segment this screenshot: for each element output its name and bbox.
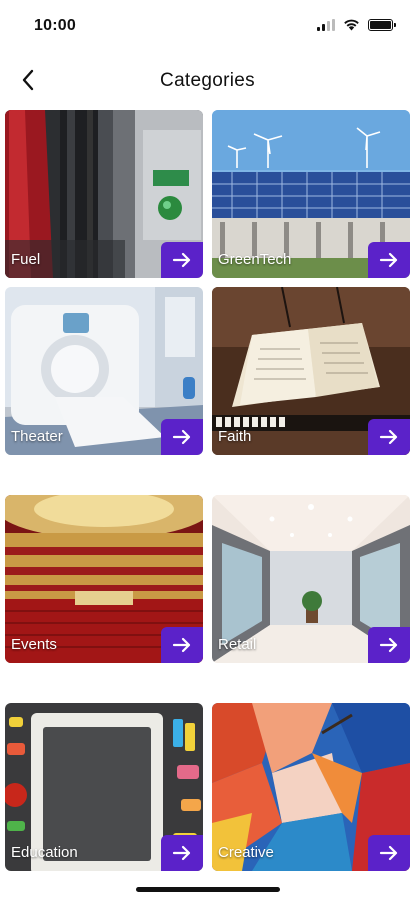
arrow-right-icon	[172, 252, 191, 268]
category-label: Creative	[218, 844, 274, 861]
category-card-fuel[interactable]: Fuel	[5, 110, 203, 278]
status-time: 10:00	[34, 17, 76, 34]
arrow-right-icon	[172, 845, 191, 861]
battery-icon	[368, 18, 396, 31]
category-label: Theater	[11, 428, 63, 445]
category-card-retail[interactable]: Retail	[212, 495, 410, 663]
category-card-theater[interactable]: Theater	[5, 287, 203, 455]
category-card-faith[interactable]: Faith	[212, 287, 410, 455]
arrow-right-icon	[379, 429, 398, 445]
category-card-events[interactable]: Events	[5, 495, 203, 663]
page-title: Categories	[160, 70, 255, 91]
open-category-button[interactable]	[161, 242, 203, 278]
status-bar: 10:00	[0, 0, 415, 52]
arrow-right-icon	[379, 252, 398, 268]
arrow-right-icon	[379, 845, 398, 861]
home-indicator	[136, 887, 280, 892]
category-label: Retail	[218, 636, 257, 653]
open-category-button[interactable]	[368, 835, 410, 871]
category-card-education[interactable]: Education	[5, 703, 203, 871]
category-label: Fuel	[11, 251, 41, 268]
arrow-right-icon	[379, 637, 398, 653]
arrow-right-icon	[172, 637, 191, 653]
arrow-right-icon	[172, 429, 191, 445]
open-category-button[interactable]	[368, 419, 410, 455]
signal-icon	[317, 18, 335, 31]
nav-bar: Categories	[0, 58, 415, 104]
open-category-button[interactable]	[368, 627, 410, 663]
open-category-button[interactable]	[161, 419, 203, 455]
category-label: GreenTech	[218, 251, 292, 268]
category-card-greentech[interactable]: GreenTech	[212, 110, 410, 278]
category-label: Faith	[218, 428, 252, 445]
wifi-icon	[344, 19, 359, 31]
category-label: Events	[11, 636, 57, 653]
open-category-button[interactable]	[161, 835, 203, 871]
open-category-button[interactable]	[161, 627, 203, 663]
open-category-button[interactable]	[368, 242, 410, 278]
status-icons	[317, 18, 396, 31]
category-card-creative[interactable]: Creative	[212, 703, 410, 871]
category-label: Education	[11, 844, 78, 861]
category-grid: Fuel GreenTech Theater Faith Events Reta…	[0, 104, 415, 900]
